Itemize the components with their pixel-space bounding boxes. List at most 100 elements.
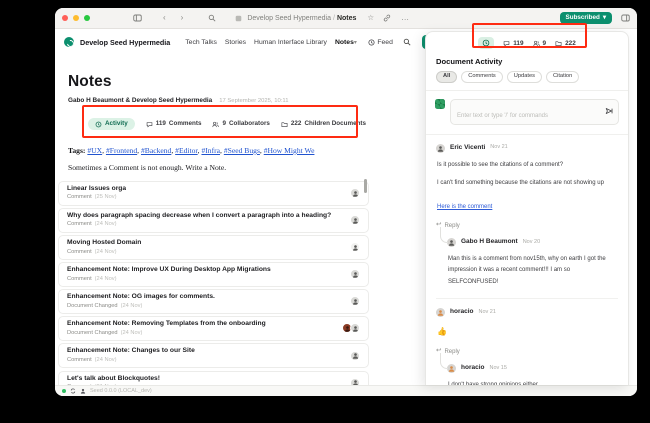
panel-toggle-icon[interactable] (621, 14, 630, 22)
forward-button[interactable]: › (181, 14, 184, 22)
note-meta: Document Changed(24 Nov) (67, 304, 215, 310)
note-row[interactable]: Let's talk about Blockquotes!Comment(21 … (58, 371, 369, 385)
more-options-icon[interactable]: … (401, 14, 409, 22)
page-title: Notes (68, 73, 427, 91)
avatar[interactable] (350, 351, 360, 361)
note-row[interactable]: Enhancement Note: Improve UX During Desk… (58, 262, 369, 287)
reply-button[interactable]: ↩Reply (436, 348, 618, 355)
comment-date: Nov 20 (523, 240, 540, 246)
close-window-button[interactable] (62, 15, 68, 21)
comment-author[interactable]: Eric Vicenti (450, 145, 485, 152)
comment-date: Nov 15 (489, 366, 506, 372)
site-logo-icon[interactable] (64, 37, 74, 47)
copy-link-icon[interactable] (383, 14, 391, 22)
comment-author[interactable]: horacio (461, 365, 484, 372)
status-bar: Seed 0.0.0 (LOCAL_dev) (55, 385, 637, 396)
avatar[interactable] (350, 215, 360, 225)
current-user-avatar[interactable] (435, 99, 445, 109)
tag-link[interactable]: #Seed Bugs (224, 146, 260, 155)
comment-input[interactable]: Enter text or type '/' for commands (450, 99, 619, 125)
avatar[interactable] (350, 378, 360, 385)
avatar[interactable] (350, 242, 360, 252)
panel-activity-tab[interactable] (478, 37, 494, 49)
note-avatars (350, 296, 360, 306)
note-title: Moving Hosted Domain (67, 239, 141, 247)
nav-chevron-down-icon[interactable]: ▾ (354, 39, 357, 46)
comment-date: Nov 21 (478, 310, 495, 316)
commenter-avatar[interactable] (436, 308, 445, 317)
activity-tab[interactable]: Activity (88, 118, 135, 130)
sidebar-toggle-icon[interactable] (133, 14, 142, 22)
reply-button[interactable]: ↩Reply (436, 222, 618, 229)
note-avatars (350, 242, 360, 252)
tag-link[interactable]: #UX (87, 146, 102, 155)
comment-body: I don't have strong opinions either.We c… (448, 380, 618, 385)
note-row[interactable]: Enhancement Note: Changes to our SiteCom… (58, 343, 369, 368)
note-avatars (350, 188, 360, 198)
folder-icon (281, 121, 288, 128)
note-row[interactable]: Moving Hosted Domain Comment(24 Nov) (58, 235, 369, 260)
children-documents-metric[interactable]: 222Children Documents (281, 121, 366, 128)
avatar[interactable] (350, 269, 360, 279)
note-avatars (350, 351, 360, 361)
filter-citation[interactable]: Citation (546, 71, 579, 83)
tags-line: Tags: #UX, #Frontend, #Backend, #Editor,… (68, 146, 427, 155)
breadcrumb[interactable]: Develop Seed Hypermedia/Notes (247, 15, 356, 22)
comments-metric[interactable]: 119Comments (146, 121, 202, 128)
comment-author[interactable]: horacio (450, 309, 473, 316)
comment-author[interactable]: Gabo H Beaumont (461, 239, 518, 246)
breadcrumb-site[interactable]: Develop Seed Hypermedia (247, 15, 331, 22)
note-row[interactable]: Enhancement Note: OG images for comments… (58, 289, 369, 314)
panel-children-metric[interactable]: 222 (555, 40, 576, 47)
comment-link[interactable]: Here is the comment (437, 203, 492, 211)
filter-comments[interactable]: Comments (461, 71, 503, 83)
avatar[interactable] (350, 188, 360, 198)
tag-link[interactable]: #How Might We (264, 146, 315, 155)
tag-link[interactable]: #Infra (201, 146, 220, 155)
commenter-avatar[interactable] (447, 238, 456, 247)
breadcrumb-page[interactable]: Notes (337, 15, 356, 22)
content-scrollbar[interactable] (364, 179, 367, 193)
comment-input-placeholder: Enter text or type '/' for commands (457, 113, 548, 119)
status-peers-icon[interactable] (80, 388, 86, 394)
filter-all[interactable]: All (436, 71, 457, 83)
nav-item-tech-talks[interactable]: Tech Talks (185, 39, 217, 46)
document-pane: Develop Seed Hypermedia Tech Talks Storie… (55, 29, 427, 385)
nav-item-stories[interactable]: Stories (225, 39, 246, 46)
panel-comments-metric[interactable]: 119 (503, 40, 523, 47)
comment-composer: Enter text or type '/' for commands (426, 91, 628, 135)
comment-thread: Eric VicentiNov 21Is it possible to see … (436, 135, 618, 299)
note-row[interactable]: Enhancement Note: Removing Templates fro… (58, 316, 369, 341)
avatar[interactable] (350, 296, 360, 306)
minimize-window-button[interactable] (73, 15, 79, 21)
note-title: Enhancement Note: Changes to our Site (67, 347, 195, 355)
favorite-star-icon[interactable]: ☆ (367, 14, 374, 22)
header-search-icon[interactable] (403, 33, 411, 51)
feed-link[interactable]: Feed (368, 39, 393, 46)
avatar[interactable] (350, 323, 360, 333)
status-sync-icon[interactable] (70, 388, 76, 394)
note-meta: Comment(24 Nov) (67, 250, 141, 256)
zoom-window-button[interactable] (84, 15, 90, 21)
note-row[interactable]: Linear Issues orgaComment(25 Nov) (58, 181, 369, 206)
note-row[interactable]: Why does paragraph spacing decrease when… (58, 208, 369, 233)
send-comment-icon[interactable] (605, 102, 613, 120)
subscribed-button[interactable]: Subscribed▾ (560, 12, 612, 24)
panel-collaborators-metric[interactable]: 9 (533, 40, 547, 47)
titlebar-search-icon[interactable] (208, 14, 216, 22)
tag-link[interactable]: #Editor (175, 146, 197, 155)
commenter-avatar[interactable] (436, 144, 445, 153)
back-button[interactable]: ‹ (163, 14, 166, 22)
tag-link[interactable]: #Frontend (106, 146, 137, 155)
app-window: ‹ › Develop Seed Hypermedia/Notes ☆ … Su… (55, 8, 637, 396)
collaborators-metric[interactable]: 9Collaborators (212, 121, 269, 128)
site-brand[interactable]: Develop Seed Hypermedia (80, 38, 170, 47)
nav-item-notes[interactable]: Notes (335, 39, 354, 46)
nav-item-human-interface-library[interactable]: Human Interface Library (254, 39, 327, 46)
filter-updates[interactable]: Updates (507, 71, 542, 83)
tag-link[interactable]: #Backend (141, 146, 171, 155)
activity-filters: All Comments Updates Citation (426, 70, 628, 91)
commenter-avatar[interactable] (447, 364, 456, 373)
document-metrics-row: Activity 119Comments 9Collaborators 222C… (88, 115, 427, 133)
document-authors[interactable]: Gabo H Beaumont & Develop Seed Hypermedi… (68, 97, 212, 104)
